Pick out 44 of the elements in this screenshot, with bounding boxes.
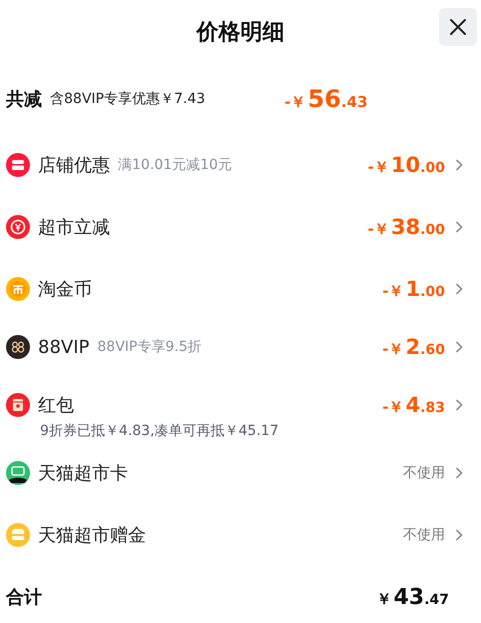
discount-entry[interactable]: -￥2.60 [382,335,463,359]
item-note: 满10.01元减10元 [118,156,232,174]
coin-badge-icon [6,277,30,301]
sheet-title: 价格明细 [196,19,284,47]
summary-note: 含88VIP专享优惠￥7.43 [50,90,206,108]
item-detail: 9折券已抵￥4.83,凑单可再抵￥45.17 [39,422,280,441]
chevron-icon [455,467,463,479]
close-icon [448,17,468,37]
price-amount: -￥38.00 [368,215,445,239]
price-amount: -￥56.43 [284,85,368,113]
price-amount: -￥1.00 [382,277,445,301]
item-label: 红包 [38,394,74,417]
chevron-icon [455,341,463,353]
close-button[interactable] [439,8,477,46]
discount-entry[interactable]: -￥38.00 [368,215,463,239]
price-amount: ￥43.47 [376,584,449,610]
chevron-icon [455,159,463,171]
item-status: 不使用 [403,464,445,482]
discount-entry[interactable]: -￥4.83 [382,393,463,417]
item-label: 天猫超市卡 [38,462,128,485]
item-label: 天猫超市赠金 [38,524,146,547]
item-label: 88VIP [38,336,90,358]
discount-entry[interactable]: -￥1.00 [382,277,463,301]
chevron-icon [455,529,463,541]
chevron-icon [455,283,463,295]
total-label: 合计 [6,586,42,609]
price-amount: -￥4.83 [382,393,445,417]
discount-entry[interactable]: 不使用 [403,526,463,544]
card-badge-icon [6,461,30,485]
discount-entry[interactable]: 不使用 [403,464,463,482]
chevron-icon [455,399,463,411]
item-label: 店铺优惠 [38,154,110,177]
price-amount: -￥2.60 [382,335,445,359]
item-label: 淘金币 [38,278,92,301]
yen-badge-icon [6,215,30,239]
item-note: 88VIP专享9.5折 [97,338,202,356]
price-amount: -￥10.00 [368,153,445,177]
summary-label: 共减 [6,88,42,111]
redpacket-badge-icon [6,393,30,417]
item-status: 不使用 [403,526,445,544]
vip-badge-icon [6,335,30,359]
item-label: 超市立减 [38,216,110,239]
chevron-icon [455,221,463,233]
discount-entry[interactable]: -￥10.00 [368,153,463,177]
